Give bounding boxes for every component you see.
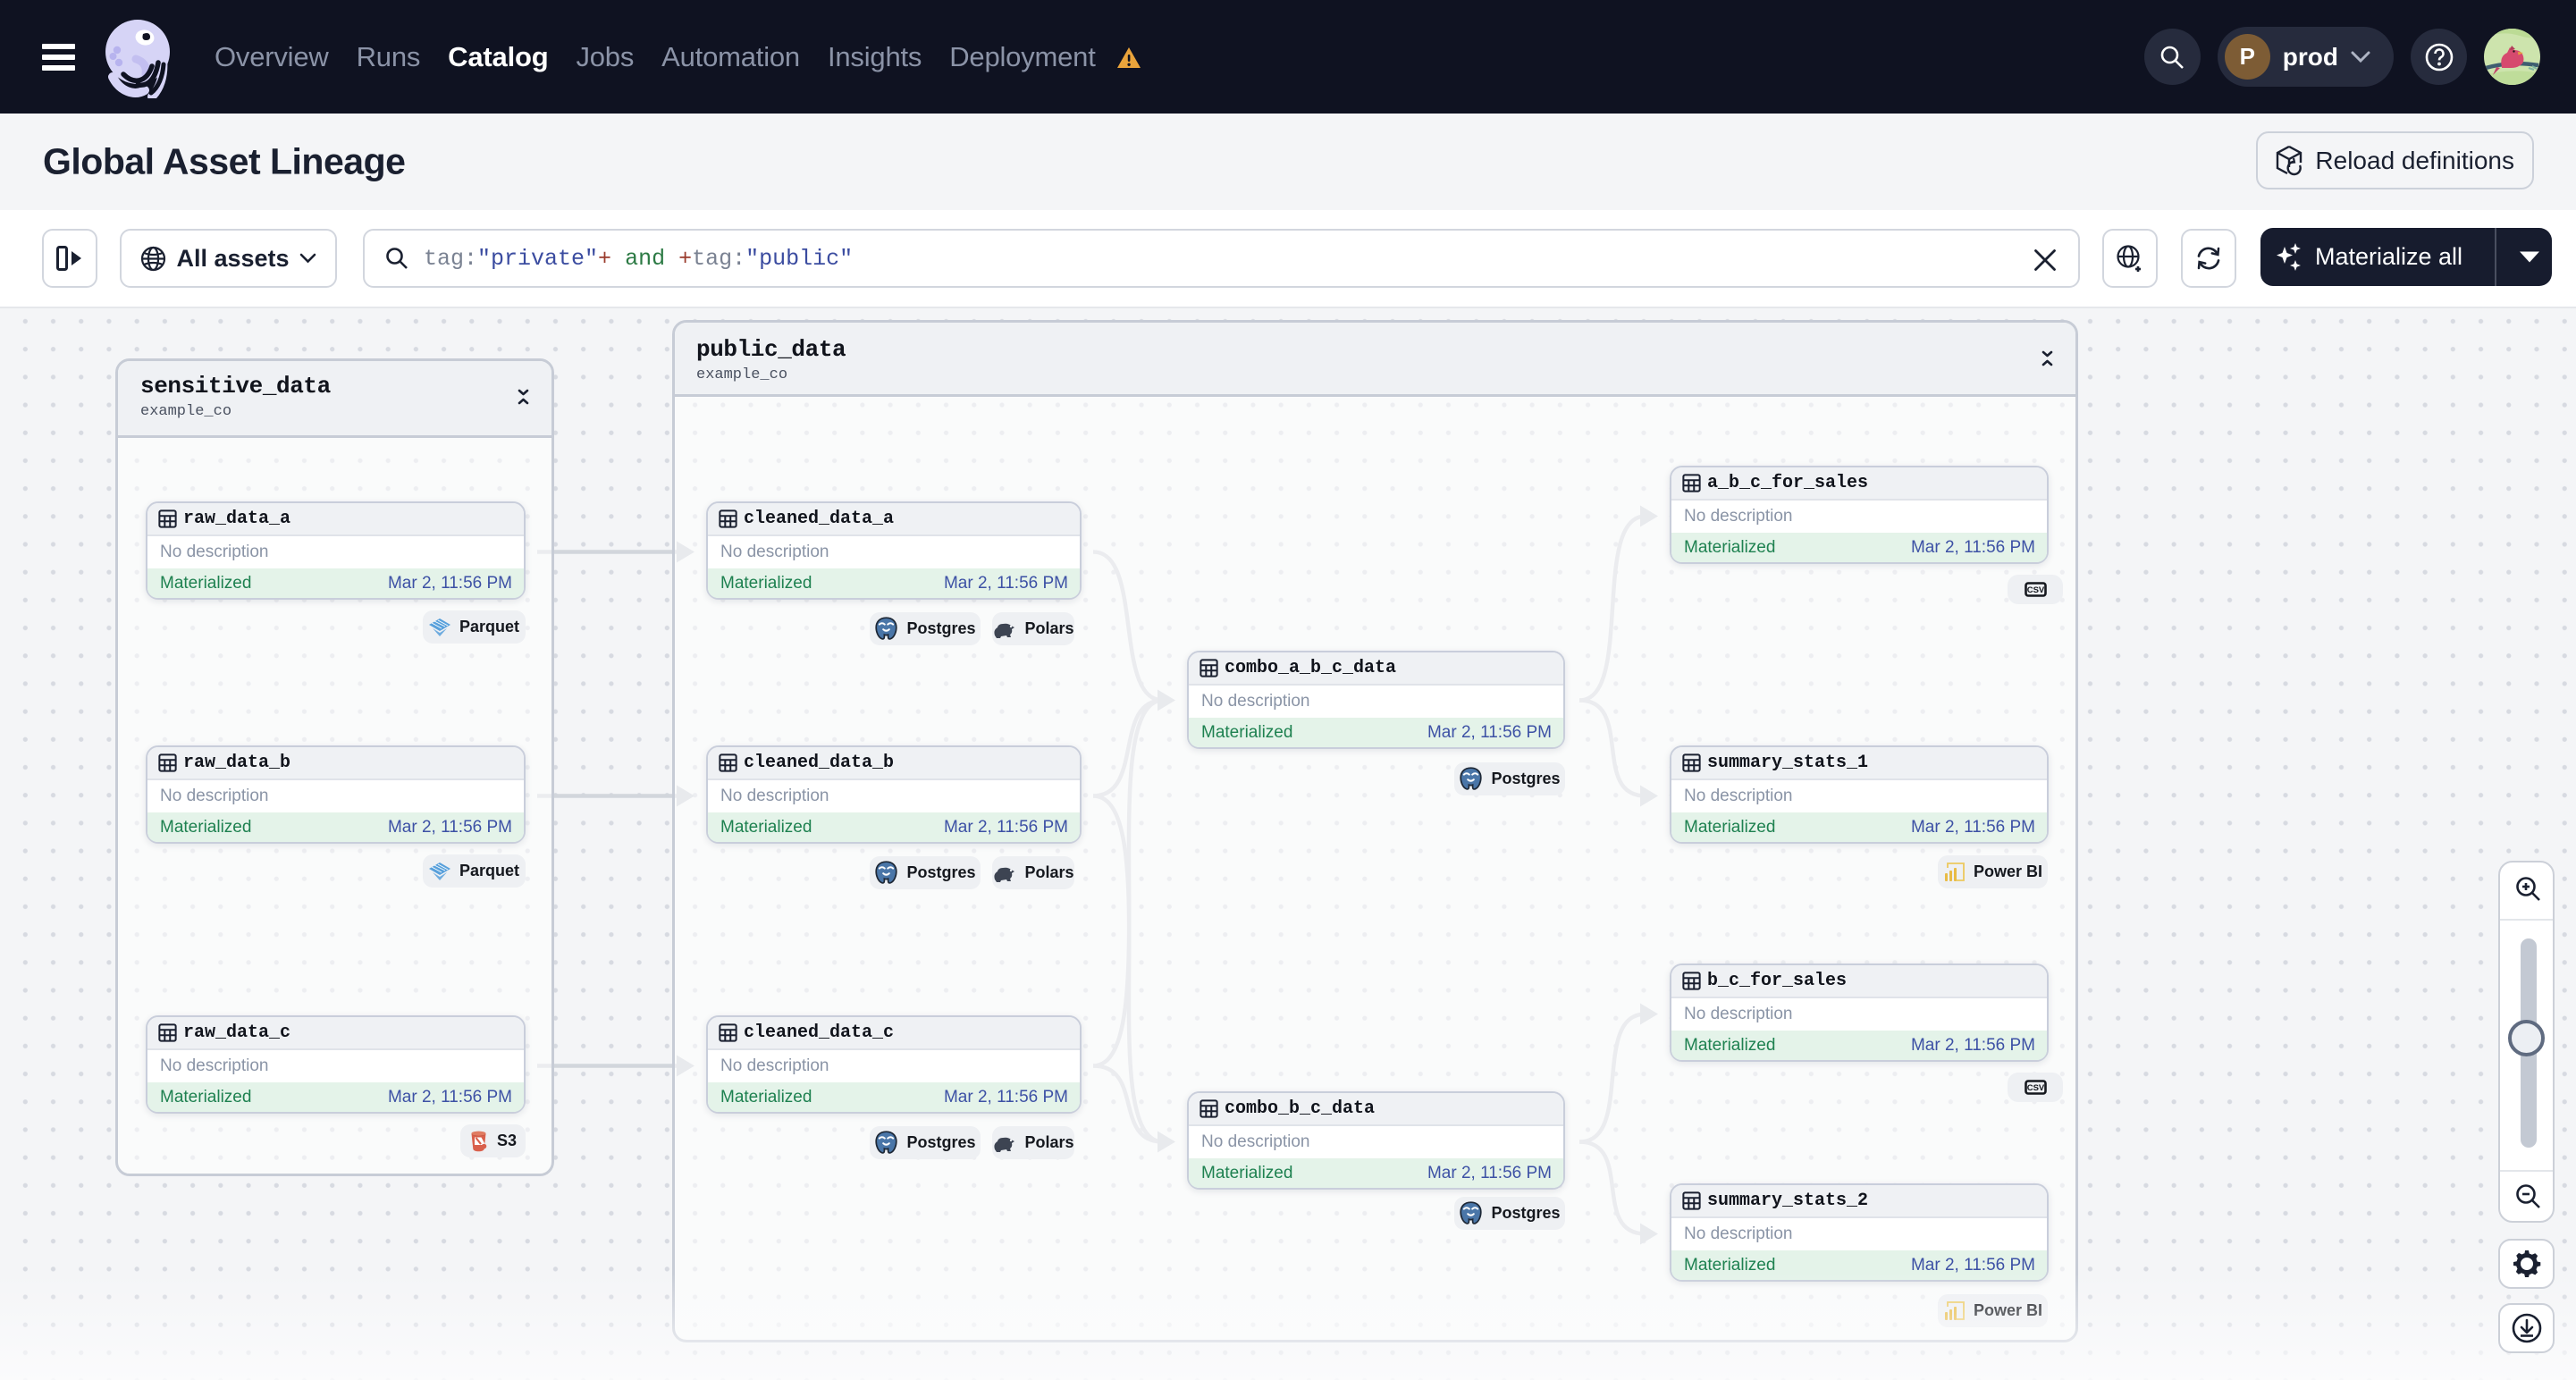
svg-text:CSV: CSV — [2026, 1083, 2044, 1093]
svg-text:CSV: CSV — [2026, 585, 2044, 595]
